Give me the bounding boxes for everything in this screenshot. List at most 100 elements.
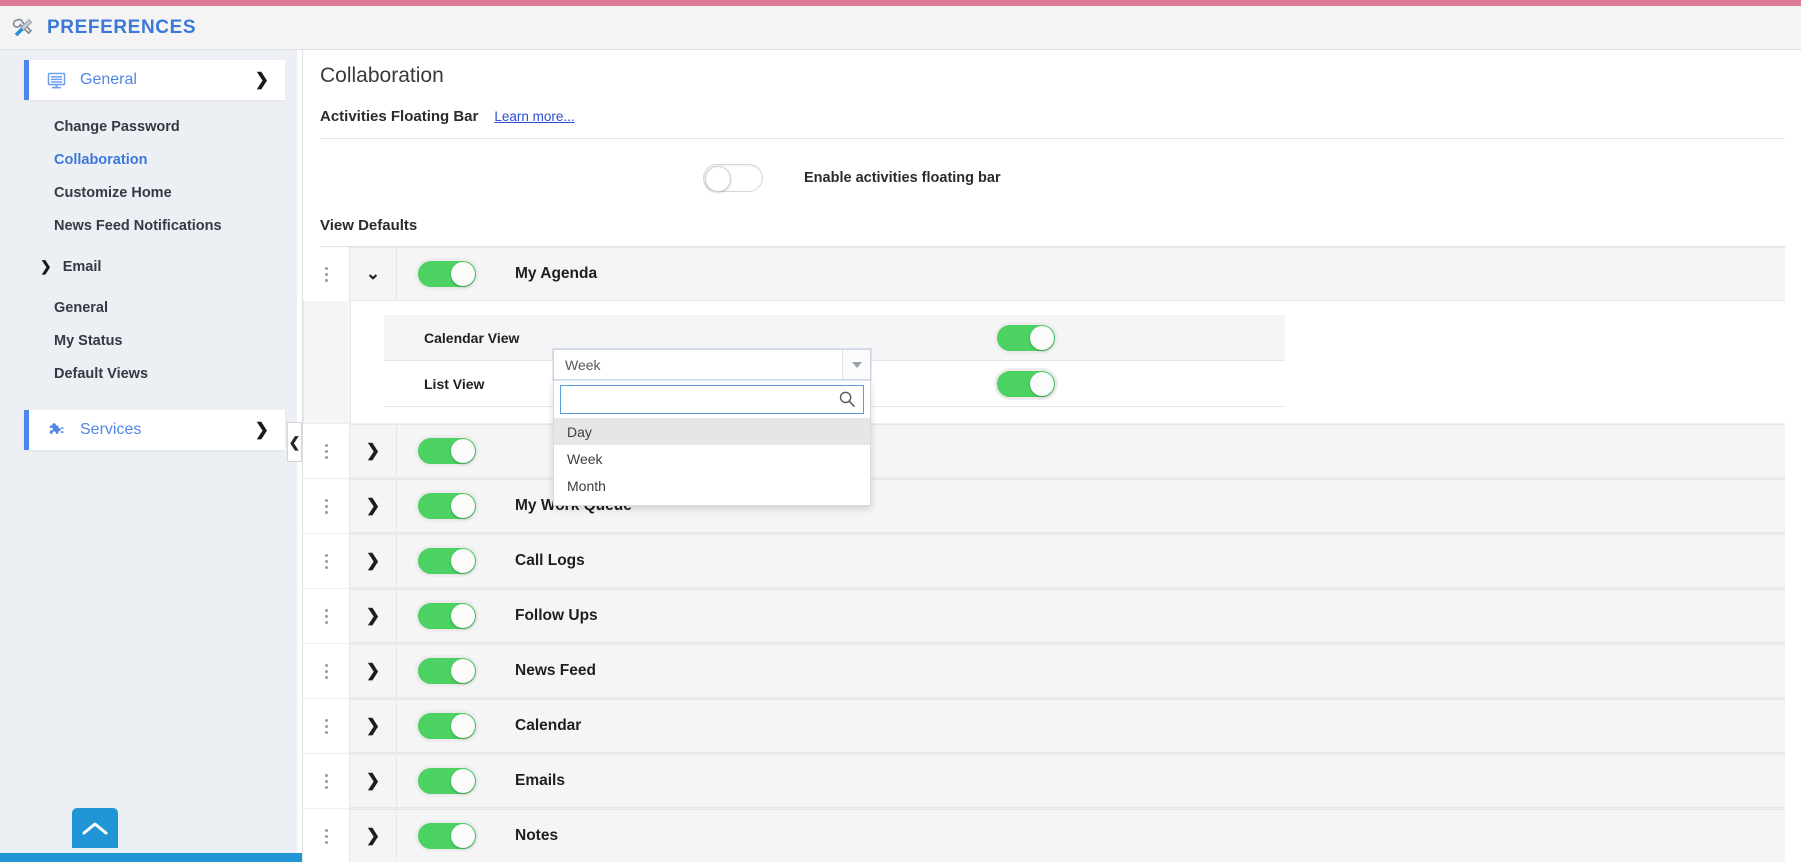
expand-collapse-button[interactable]: ❯ [350, 700, 397, 752]
row-card: ❯ Emails [349, 754, 1785, 808]
toggle-knob [451, 494, 475, 518]
chevron-up-icon [82, 822, 108, 834]
dropdown-search-wrap [554, 380, 870, 418]
sub-row-label: Calendar View [424, 329, 520, 346]
expanded-gutter [303, 301, 350, 423]
expand-collapse-button[interactable]: ❯ [350, 645, 397, 697]
sub-row-toggle[interactable] [996, 369, 1056, 398]
calendar-view-select-box[interactable]: Week [553, 349, 871, 380]
sidebar-group-services[interactable]: Services ❯ [24, 410, 285, 450]
view-defaults-title: View Defaults [320, 217, 418, 234]
table-row: ⌄ My Agenda Calendar View List View [303, 247, 1785, 424]
table-row: ❯ Calendar [303, 699, 1785, 754]
section-title: Activities Floating Bar [320, 108, 479, 125]
toggle-knob [1030, 371, 1054, 396]
drag-handle-icon[interactable] [303, 479, 349, 533]
toggle-knob [451, 824, 475, 848]
row-toggle[interactable] [417, 657, 477, 685]
drag-handle-icon[interactable] [303, 247, 349, 301]
dropdown-search-input[interactable] [561, 392, 863, 407]
scroll-to-top-button[interactable] [72, 808, 118, 848]
app-header: PREFERENCES [0, 6, 1801, 50]
row-card: ❯ Call Logs [349, 534, 1785, 588]
row-toggle[interactable] [417, 492, 477, 520]
drag-handle-icon[interactable] [303, 534, 349, 588]
sidebar-item-customize-home[interactable]: Customize Home [0, 176, 297, 209]
expand-collapse-button[interactable]: ❯ [350, 590, 397, 642]
expand-collapse-button[interactable]: ❯ [350, 810, 397, 862]
sidebar-item-label: News Feed Notifications [54, 217, 222, 234]
view-defaults-list: ⌄ My Agenda Calendar View List View ❯ ❯ … [303, 247, 1785, 862]
sidebar-item-default-views[interactable]: Default Views [0, 357, 297, 390]
expand-collapse-button[interactable]: ❯ [350, 480, 397, 532]
sidebar-item-news-feed-notifications[interactable]: News Feed Notifications [0, 209, 297, 242]
row-label: Follow Ups [515, 607, 598, 624]
enable-activities-floating-bar-label: Enable activities floating bar [804, 170, 1001, 186]
sidebar-group-general-label: General [80, 71, 137, 88]
expand-collapse-button[interactable]: ❯ [350, 425, 397, 477]
puzzle-piece-icon [46, 420, 66, 440]
row-toggle[interactable] [417, 712, 477, 740]
toggle-knob [451, 262, 475, 286]
row-toggle[interactable] [417, 822, 477, 850]
row-label: News Feed [515, 662, 596, 679]
table-row: ❯ My Work Queue [303, 479, 1785, 534]
table-row: ❯ Notes [303, 809, 1785, 862]
table-row: ❯ [303, 424, 1785, 479]
row-toggle[interactable] [417, 547, 477, 575]
page-title: Collaboration [320, 64, 444, 87]
table-row: ❯ News Feed [303, 644, 1785, 699]
main-content: Collaboration Activities Floating Bar Le… [302, 50, 1801, 862]
drag-handle-icon[interactable] [303, 754, 349, 808]
learn-more-link[interactable]: Learn more... [494, 109, 574, 124]
drag-handle-icon[interactable] [303, 424, 349, 478]
row-label: Notes [515, 827, 559, 844]
sidebar: General ❯ Change Password Collaboration … [0, 50, 410, 862]
sub-row-toggle[interactable] [996, 323, 1056, 352]
table-row: ❯ Emails [303, 754, 1785, 809]
row-label: Calendar [515, 717, 582, 734]
row-label: My Agenda [515, 265, 598, 282]
sidebar-item-email-general[interactable]: General [0, 291, 297, 324]
sidebar-item-label: Default Views [54, 365, 149, 382]
sidebar-collapse-handle[interactable]: ❮ [287, 422, 302, 462]
row-toggle-cell [397, 248, 515, 300]
preferences-app: PREFERENCES General ❯ Change Password Co… [0, 0, 1801, 862]
row-card: ❯ Follow Ups [349, 589, 1785, 643]
row-toggle[interactable] [417, 602, 477, 630]
sidebar-item-collaboration[interactable]: Collaboration [0, 143, 297, 176]
caret-down-icon[interactable] [842, 350, 870, 379]
expand-collapse-button[interactable]: ❯ [350, 535, 397, 587]
sidebar-group-services-label: Services [80, 421, 142, 438]
row-toggle[interactable] [417, 437, 477, 465]
expand-collapse-button[interactable]: ❯ [350, 755, 397, 807]
expand-collapse-button[interactable]: ⌄ [350, 248, 397, 300]
toggle-knob [451, 659, 475, 683]
row-toggle[interactable] [417, 767, 477, 795]
dropdown-option-month[interactable]: Month [554, 472, 870, 499]
dropdown-option-day[interactable]: Day [554, 418, 870, 445]
enable-activities-floating-bar-row: Enable activities floating bar [303, 164, 1801, 192]
sidebar-item-my-status[interactable]: My Status [0, 324, 297, 357]
drag-handle-icon[interactable] [303, 589, 349, 643]
row-label: Call Logs [515, 552, 585, 569]
drag-handle-icon[interactable] [303, 644, 349, 698]
enable-activities-floating-bar-toggle[interactable] [703, 164, 763, 192]
drag-handle-icon[interactable] [303, 809, 349, 862]
toggle-knob [451, 604, 475, 628]
dropdown-option-week[interactable]: Week [554, 445, 870, 472]
calendar-view-dropdown-panel: Day Week Month [553, 380, 871, 506]
toggle-knob [1030, 325, 1054, 350]
chevron-right-icon: ❯ [254, 70, 269, 89]
dropdown-search[interactable] [560, 385, 864, 414]
sidebar-item-change-password[interactable]: Change Password [0, 110, 297, 143]
dropdown-options-list: Day Week Month [554, 418, 870, 505]
tools-wrench-screwdriver-icon [12, 18, 33, 36]
magnifier-icon [838, 390, 856, 413]
row-card: ❯ Calendar [349, 699, 1785, 753]
sub-row-toggle-cell [906, 369, 1056, 398]
drag-handle-icon[interactable] [303, 699, 349, 753]
sidebar-group-general[interactable]: General ❯ [24, 60, 285, 100]
row-toggle[interactable] [417, 260, 477, 288]
sidebar-group-email[interactable]: ❯ Email [0, 250, 297, 283]
